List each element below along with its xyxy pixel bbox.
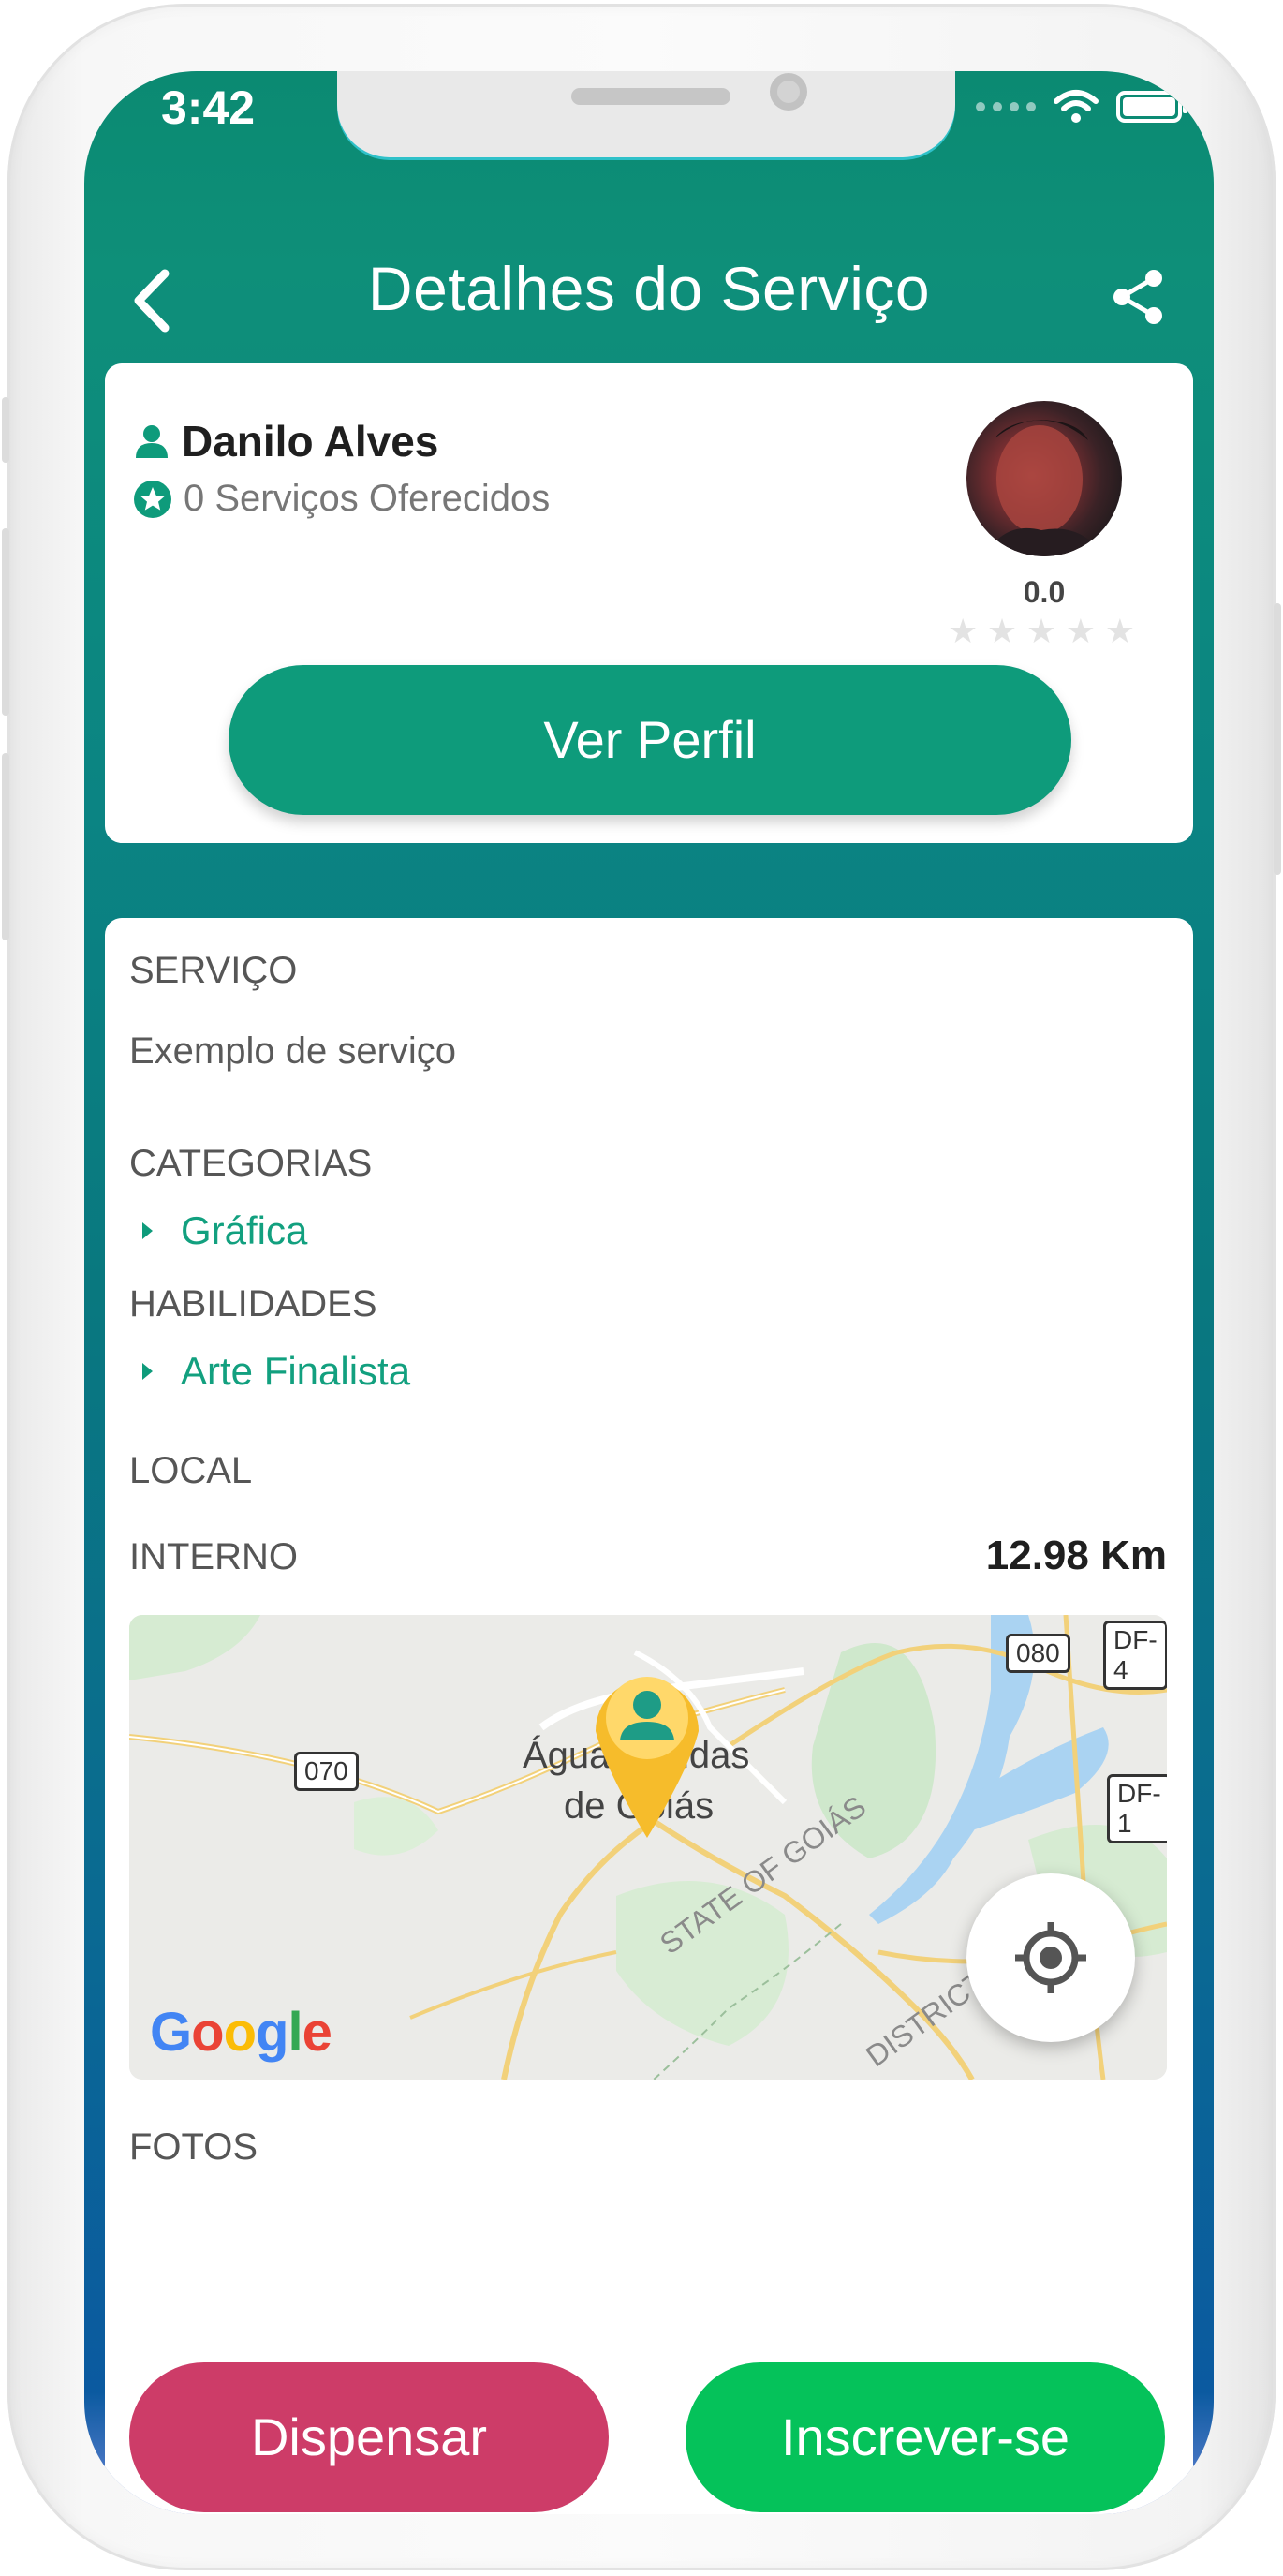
provider-name-row: Danilo Alves: [133, 416, 438, 466]
rating-stars: ★ ★ ★ ★ ★: [948, 614, 1135, 648]
phone-volume-down-button: [2, 753, 9, 940]
phone-frame: 3:42 Detalhes do Serviço Danilo Alves 0 …: [2, 4, 1281, 2570]
star-icon: ★: [1104, 612, 1135, 650]
phone-power-button: [1274, 603, 1281, 875]
app-header: Detalhes do Serviço: [84, 240, 1214, 333]
star-icon: ★: [948, 612, 979, 650]
subscribe-button[interactable]: Inscrever-se: [686, 2362, 1165, 2512]
speaker-grille: [571, 88, 730, 105]
category-item: Gráfica: [142, 1208, 307, 1253]
category-name: Gráfica: [181, 1208, 308, 1252]
google-logo: Google: [150, 2002, 332, 2063]
crosshair-icon: [1015, 1922, 1086, 1993]
avatar[interactable]: [966, 401, 1122, 556]
map-pin-icon[interactable]: [586, 1656, 708, 1843]
wifi-icon: [1054, 90, 1099, 123]
phone-notch: [337, 71, 955, 157]
skill-name: Arte Finalista: [181, 1349, 411, 1393]
status-time: 3:42: [161, 81, 256, 134]
skill-item: Arte Finalista: [142, 1349, 410, 1394]
status-icons: [976, 88, 1187, 126]
battery-icon: [1116, 91, 1187, 123]
signal-icon: [976, 102, 1036, 111]
services-offered-count: 0 Serviços Oferecidos: [184, 478, 551, 519]
bullet-icon: [142, 1222, 153, 1239]
provider-card: Danilo Alves 0 Serviços Oferecidos 0.0 ★: [105, 363, 1193, 843]
skills-label: HABILIDADES: [129, 1283, 377, 1325]
dismiss-button[interactable]: Dispensar: [129, 2362, 609, 2512]
app-screen: 3:42 Detalhes do Serviço Danilo Alves 0 …: [84, 71, 1214, 2514]
provider-name: Danilo Alves: [182, 417, 439, 466]
share-icon[interactable]: [1111, 268, 1167, 326]
service-label: SERVIÇO: [129, 950, 298, 991]
location-map[interactable]: 070 080 DF-4 DF-1 Águas Lindas de Goiás …: [129, 1615, 1167, 2080]
road-shield-080: 080: [1006, 1634, 1070, 1673]
phone-side-button: [2, 397, 9, 463]
page-title: Detalhes do Serviço: [367, 254, 931, 323]
my-location-button[interactable]: [966, 1873, 1135, 2042]
star-icon: ★: [1065, 612, 1097, 650]
service-details-card: SERVIÇO Exemplo de serviço CATEGORIAS Gr…: [105, 918, 1193, 2514]
location-label: LOCAL: [129, 1450, 253, 1491]
phone-volume-up-button: [2, 528, 9, 716]
photos-label: FOTOS: [129, 2126, 258, 2168]
star-badge-icon: [134, 480, 171, 518]
categories-label: CATEGORIAS: [129, 1143, 373, 1184]
view-profile-button[interactable]: Ver Perfil: [229, 665, 1071, 815]
services-offered-row: 0 Serviços Oferecidos: [133, 478, 550, 520]
road-shield-df1: DF-1: [1107, 1774, 1167, 1843]
rating-value: 0.0: [1023, 575, 1066, 609]
road-shield-070: 070: [294, 1752, 359, 1791]
front-camera: [770, 73, 807, 111]
service-value: Exemplo de serviço: [129, 1030, 457, 1072]
star-icon: ★: [1025, 612, 1057, 650]
person-icon: [136, 425, 168, 458]
location-type: INTERNO: [129, 1536, 298, 1577]
bullet-icon: [142, 1363, 153, 1380]
distance-value: 12.98 Km: [985, 1532, 1167, 1578]
road-shield-df4: DF-4: [1103, 1621, 1167, 1690]
star-icon: ★: [986, 612, 1018, 650]
